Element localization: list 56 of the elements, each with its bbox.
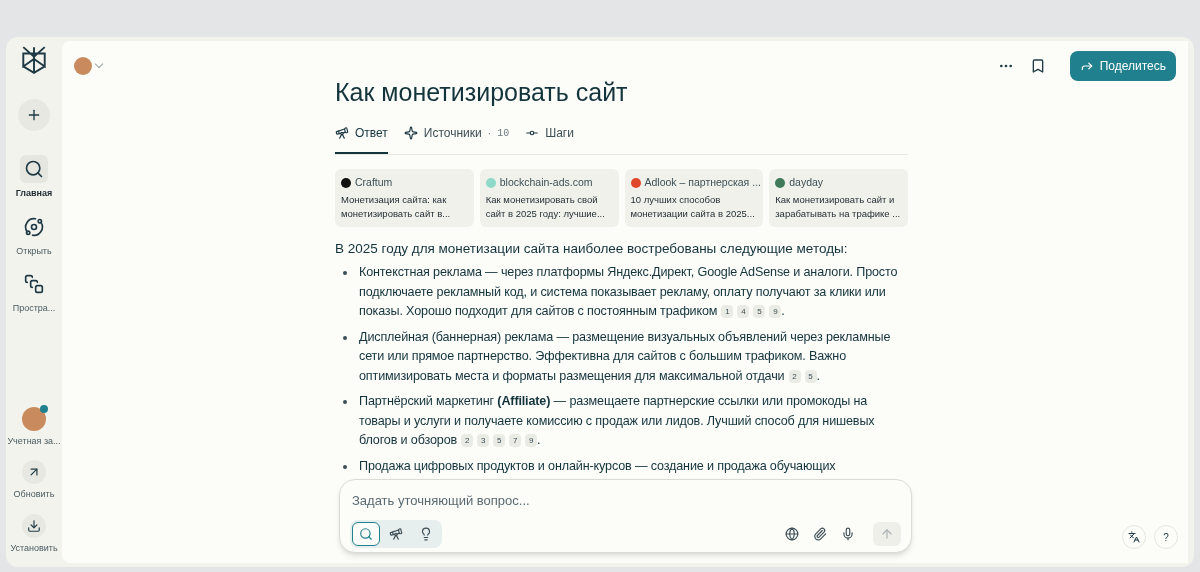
- bullet-icon: [343, 464, 347, 469]
- new-thread-button[interactable]: [18, 99, 50, 131]
- stacked-squares-icon: [24, 274, 44, 294]
- citation-badge[interactable]: 2: [788, 369, 801, 383]
- tab[interactable]: Ответ: [335, 124, 388, 155]
- search-icon: [359, 527, 373, 541]
- tab[interactable]: Шаги: [525, 124, 574, 155]
- list-item-text: Партнёрский маркетинг (Affiliate) — размещаете партнерские ссылки или промокоды на товары и услуги и получаете комиссию с продаж или лидов. Лучший способ для нишевых блогов и обзоров 2 3 5 7 9 .: [359, 393, 876, 450]
- avatar: [22, 406, 46, 431]
- help-button[interactable]: ?: [1154, 525, 1178, 549]
- citation-badge[interactable]: 5: [804, 369, 817, 383]
- citation-badge[interactable]: 9: [525, 434, 538, 448]
- list-item-text: Дисплейная (баннерная) реклама — размещение визуальных объявлений через рекламные сети или прямое партнерство. Эффективна для сайтов с большим трафиком. Важно оптимизировать места и форматы размещения для максимальной отдачи 2 5 .: [359, 328, 892, 385]
- citation-badge[interactable]: 5: [753, 305, 766, 319]
- search-icon: [24, 159, 44, 179]
- avatar[interactable]: [74, 57, 92, 75]
- citation-badge[interactable]: 7: [509, 434, 522, 448]
- share-icon: [1079, 59, 1094, 73]
- follow-up-field[interactable]: Задать уточняющий вопрос...: [339, 479, 912, 553]
- bullet-icon: [343, 271, 347, 276]
- plus-icon: [26, 107, 42, 123]
- source-card[interactable]: Adlook – партнерская ... 10 лучших способов монетизации сайта в 2025...: [624, 169, 764, 227]
- citation-badge[interactable]: 1: [721, 305, 734, 319]
- citation-badge[interactable]: 5: [493, 434, 506, 448]
- source-card[interactable]: dayday Как монетизировать сайт и зарабатывать на трафике ...: [769, 169, 908, 227]
- translate-button[interactable]: [1122, 525, 1146, 549]
- share-button[interactable]: Поделитесь: [1069, 51, 1176, 81]
- tab[interactable]: Источники · 10: [403, 124, 510, 155]
- citation-badge[interactable]: 9: [769, 305, 782, 319]
- sidebar-item[interactable]: Главная: [6, 155, 62, 201]
- sidebar-item[interactable]: Открыть: [6, 212, 62, 258]
- source-card[interactable]: blockchain-ads.com Как монетизировать свой сайт в 2025 году: лучшие...: [479, 169, 619, 227]
- answer-intro: В 2025 году для монетизации сайта наиболее востребованы следующие методы:: [335, 240, 849, 258]
- lightbulb-icon: [419, 527, 433, 541]
- sidebar-item[interactable]: Простра...: [6, 270, 62, 316]
- microphone-icon[interactable]: [841, 527, 855, 541]
- sidebar-item[interactable]: Учетная за...: [6, 406, 62, 448]
- bullet-icon: [343, 400, 347, 405]
- telescope-icon: [389, 527, 403, 541]
- download-icon: [22, 513, 46, 538]
- sidebar-item[interactable]: Установить: [6, 513, 62, 555]
- citation-badge[interactable]: 3: [477, 434, 490, 448]
- sparkle-icon: [403, 126, 418, 141]
- list-item-text: Продажа цифровых продуктов и онлайн-курсов — создание и продажа обучающих: [359, 457, 836, 475]
- source-card[interactable]: Craftum Монетизация сайта: как монетизировать сайт в...: [335, 169, 474, 227]
- attach-icon[interactable]: [813, 527, 827, 541]
- list-item-text: Контекстная реклама — через платформы Яндекс.Директ, Google AdSense и аналоги. Просто подключаете рекламный код, и система показывает рекламу, оплату получают за клики или показы. Хорошо подходит для сайтов с постоянным трафиком 1 4 5 9 .: [359, 264, 899, 321]
- sidebar-item[interactable]: Обновить: [6, 460, 62, 502]
- bullet-icon: [343, 335, 347, 340]
- update-button-icon: [22, 460, 46, 484]
- translate-icon: [1128, 531, 1140, 543]
- citation-badge[interactable]: 4: [737, 305, 750, 319]
- question-input[interactable]: Задать уточняющий вопрос...: [350, 491, 901, 511]
- citation-badge[interactable]: 2: [461, 434, 474, 448]
- page-title: Как монетизировать сайт: [335, 77, 629, 108]
- mode-button[interactable]: [352, 522, 380, 546]
